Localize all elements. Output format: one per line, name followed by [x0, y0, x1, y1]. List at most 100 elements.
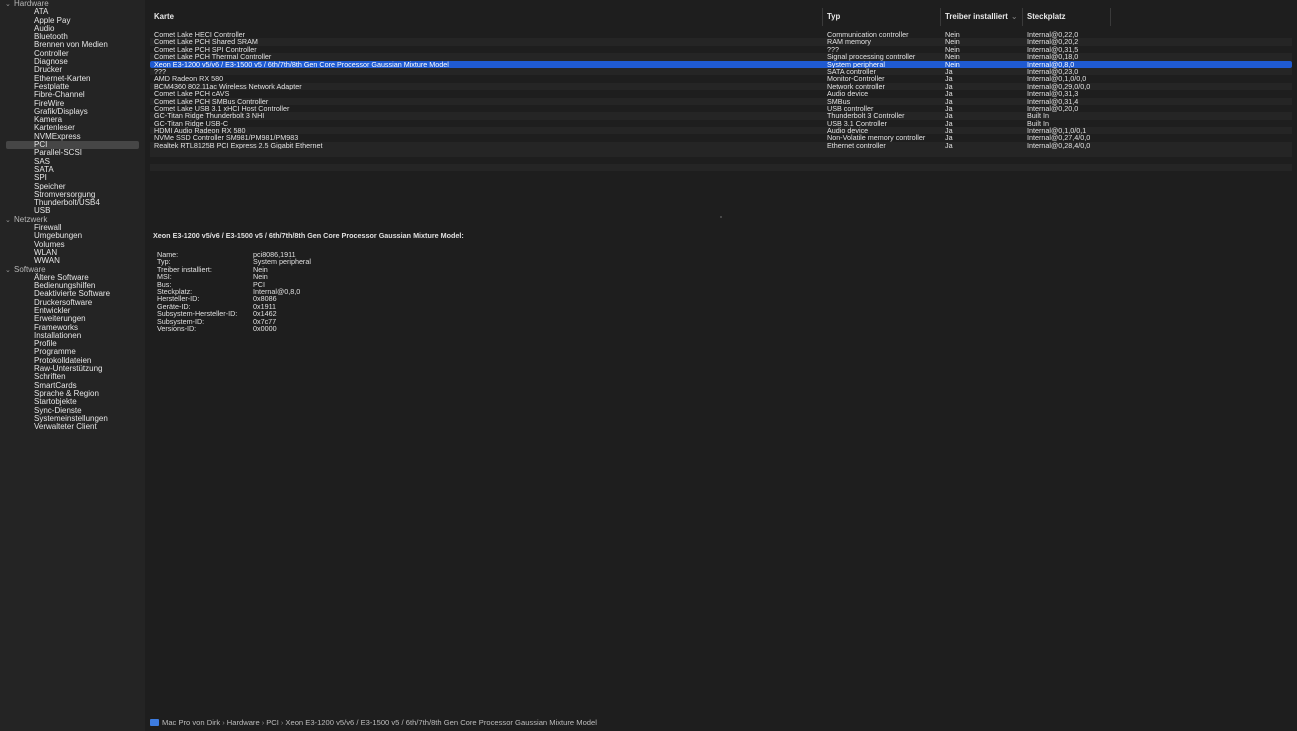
table-cell: ??? — [827, 45, 839, 54]
breadcrumb-item[interactable]: Xeon E3-1200 v5/v6 / E3-1500 v5 / 6th/7t… — [285, 718, 597, 727]
chevron-down-icon[interactable]: ⌄ — [5, 1, 14, 9]
sidebar-item-ata[interactable]: ATA — [6, 8, 139, 16]
table-row[interactable]: Comet Lake HECI Controller Communication … — [150, 31, 1292, 38]
sidebar-item-umgebungen[interactable]: Umgebungen — [6, 232, 139, 240]
table-cell: Ja — [945, 119, 953, 128]
table-row[interactable]: Comet Lake USB 3.1 xHCI Host Controller U… — [150, 105, 1292, 112]
table-cell: Internal@0,29,0/0,0 — [1027, 82, 1091, 91]
detail-pane: Xeon E3-1200 v5/v6 / E3-1500 v5 / 6th/7t… — [153, 231, 1283, 332]
sidebar-item-spi[interactable]: SPI — [6, 174, 139, 182]
sidebar-item-fibre-channel[interactable]: Fibre-Channel — [6, 91, 139, 99]
main-content: Karte Typ Treiber installiert ⌄ Steckplat… — [145, 0, 1297, 731]
table-cell: Audio device — [827, 90, 869, 98]
chevron-down-icon[interactable]: ⌄ — [5, 217, 14, 225]
sidebar-item-volumes[interactable]: Volumes — [6, 240, 139, 249]
sidebar-item-druckersoftware[interactable]: Druckersoftware — [6, 298, 139, 307]
table-cell: USB controller — [827, 104, 874, 113]
table-cell: Ja — [945, 97, 953, 105]
detail-property-row: Subsystem-ID: 0x7c77 — [157, 317, 1283, 325]
table-row[interactable]: GC-Titan Ridge Thunderbolt 3 NHI Thunderb… — [150, 112, 1292, 120]
detail-property-row: Hersteller-ID: 0x8086 — [157, 295, 1283, 303]
table-row[interactable]: Comet Lake PCH cAVS Audio device Ja Interna… — [150, 90, 1292, 97]
sidebar-item-nvmexpress[interactable]: NVMExpress — [6, 132, 139, 141]
table-row[interactable]: NVMe SSD Controller SM981/PM981/PM983 Non… — [150, 134, 1292, 141]
sidebar-item-thunderbolt-usb4[interactable]: Thunderbolt/USB4 — [6, 198, 139, 207]
table-cell: BCM4360 802.11ac Wireless Network Adapte… — [154, 82, 302, 91]
table-cell: Internal@0,27,4/0,0 — [1027, 134, 1091, 142]
breadcrumb-item[interactable]: Hardware — [227, 718, 260, 727]
chevron-right-icon: › — [222, 718, 225, 727]
column-header-label: Typ — [827, 12, 841, 21]
detail-title: Xeon E3-1200 v5/v6 / E3-1500 v5 / 6th/7t… — [153, 231, 464, 240]
sidebar-item-installationen[interactable]: Installationen — [6, 331, 139, 340]
device-table: Comet Lake HECI Controller Communication … — [150, 31, 1292, 172]
property-value: 0x0000 — [253, 323, 277, 333]
empty-table-row — [150, 157, 1292, 164]
table-cell: Xeon E3-1200 v5/v6 / E3-1500 v5 / 6th/7t… — [154, 60, 449, 68]
sidebar-item-sata[interactable]: SATA — [6, 165, 139, 174]
empty-table-row — [150, 164, 1292, 172]
column-header-label: Steckplatz — [1027, 12, 1066, 21]
table-cell: Ja — [945, 141, 953, 150]
table-row[interactable]: ??? SATA controller Ja Internal@0,23,0 — [150, 67, 1292, 76]
table-row[interactable]: HDMI Audio Radeon RX 580 Audio device Ja In… — [150, 127, 1292, 134]
column-header-steckplatz[interactable]: Steckplatz — [1023, 8, 1111, 26]
table-row[interactable]: GC-Titan Ridge USB-C USB 3.1 Controller Ja… — [150, 120, 1292, 127]
column-header-treiber[interactable]: Treiber installiert ⌄ — [941, 8, 1023, 26]
table-cell: Signal processing controller — [827, 53, 916, 61]
sidebar-item-ethernet-karten[interactable]: Ethernet-Karten — [6, 74, 139, 83]
sidebar-item-brennen-von-medien[interactable]: Brennen von Medien — [6, 41, 139, 49]
table-cell: Internal@0,1,0/0,1 — [1027, 127, 1087, 135]
breadcrumb-item[interactable]: PCI — [266, 718, 279, 727]
table-cell: Built In — [1027, 112, 1049, 120]
sidebar-item-audio[interactable]: Audio — [6, 24, 139, 33]
table-cell: NVMe SSD Controller SM981/PM981/PM983 — [154, 134, 299, 142]
detail-property-row: Treiber installiert: Nein — [157, 265, 1283, 273]
table-cell: Comet Lake HECI Controller — [154, 31, 246, 39]
table-cell: Built In — [1027, 119, 1049, 128]
detail-property-row: Bus: PCI — [157, 280, 1283, 288]
sidebar-section-hardware[interactable]: ⌄ Hardware — [0, 0, 145, 8]
sidebar-item-controller[interactable]: Controller — [6, 49, 139, 58]
table-row[interactable]: Comet Lake PCH SPI Controller??? Nein Inte… — [150, 46, 1292, 53]
table-row[interactable]: AMD Radeon RX 580 Monitor-Controller Ja Int… — [150, 75, 1292, 82]
table-cell: Ja — [945, 67, 953, 76]
column-header-karte[interactable]: Karte — [150, 8, 823, 26]
table-cell: GC-Titan Ridge Thunderbolt 3 NHI — [154, 112, 265, 120]
chevron-right-icon: › — [280, 718, 284, 727]
sidebar-item-grafik-displays[interactable]: Grafik/Displays — [6, 107, 139, 116]
table-cell: Nein — [945, 31, 960, 39]
table-cell: System peripheral — [827, 60, 885, 68]
table-cell: SATA controller — [827, 67, 876, 76]
sidebar-item-wlan[interactable]: WLAN — [6, 248, 139, 257]
table-cell: GC-Titan Ridge USB-C — [154, 119, 229, 128]
sidebar-item-diagnose[interactable]: Diagnose — [6, 57, 139, 66]
table-cell: AMD Radeon RX 580 — [154, 75, 224, 83]
detail-property-row: Steckplatz: Internal@0,8,0 — [157, 288, 1283, 296]
split-view-divider[interactable] — [150, 213, 1292, 221]
table-cell: Ja — [945, 112, 953, 120]
sidebar-item-sas[interactable]: SAS — [6, 157, 139, 166]
sidebar-item-verwalteter-client[interactable]: Verwalteter Client — [6, 422, 139, 431]
detail-property-row: Subsystem-Hersteller-ID: 0x1462 — [157, 310, 1283, 318]
table-cell: Internal@0,31,5 — [1027, 45, 1079, 54]
table-cell: Nein — [945, 45, 960, 54]
table-row[interactable]: Xeon E3-1200 v5/v6 / E3-1500 v5 / 6th/7t… — [150, 60, 1292, 68]
table-row[interactable]: BCM4360 802.11ac Wireless Network Adapte… — [150, 82, 1292, 91]
table-cell: Ethernet controller — [827, 141, 886, 150]
sidebar-section-netzwerk[interactable]: ⌄ Netzwerk — [0, 215, 145, 225]
table-row[interactable]: Realtek RTL8125B PCI Express 2.5 Gigabit… — [150, 141, 1292, 150]
table-row[interactable]: Comet Lake PCH Shared SRAM RAM memory Nein… — [150, 38, 1292, 46]
sidebar-item-raw-unterstützung[interactable]: Raw-Unterstützung — [6, 364, 139, 373]
breadcrumb-item[interactable]: Mac Pro von Dirk — [162, 718, 220, 727]
table-cell: Audio device — [827, 127, 869, 135]
table-cell: Ja — [945, 75, 953, 83]
column-header-typ[interactable]: Typ — [823, 8, 941, 26]
sidebar-item-apple-pay[interactable]: Apple Pay — [6, 16, 139, 25]
sidebar-item-parallel-scsi[interactable]: Parallel-SCSI — [6, 149, 139, 157]
table-row[interactable]: Comet Lake PCH SMBus Controller SMBus Ja In… — [150, 97, 1292, 105]
table-row[interactable]: Comet Lake PCH Thermal Controller Signal … — [150, 53, 1292, 61]
column-header-label: Treiber installiert — [945, 12, 1008, 21]
detail-properties: Name: pci8086,1911 Typ: System peripheral Tr… — [157, 251, 1283, 333]
chevron-down-icon[interactable]: ⌄ — [5, 267, 14, 275]
